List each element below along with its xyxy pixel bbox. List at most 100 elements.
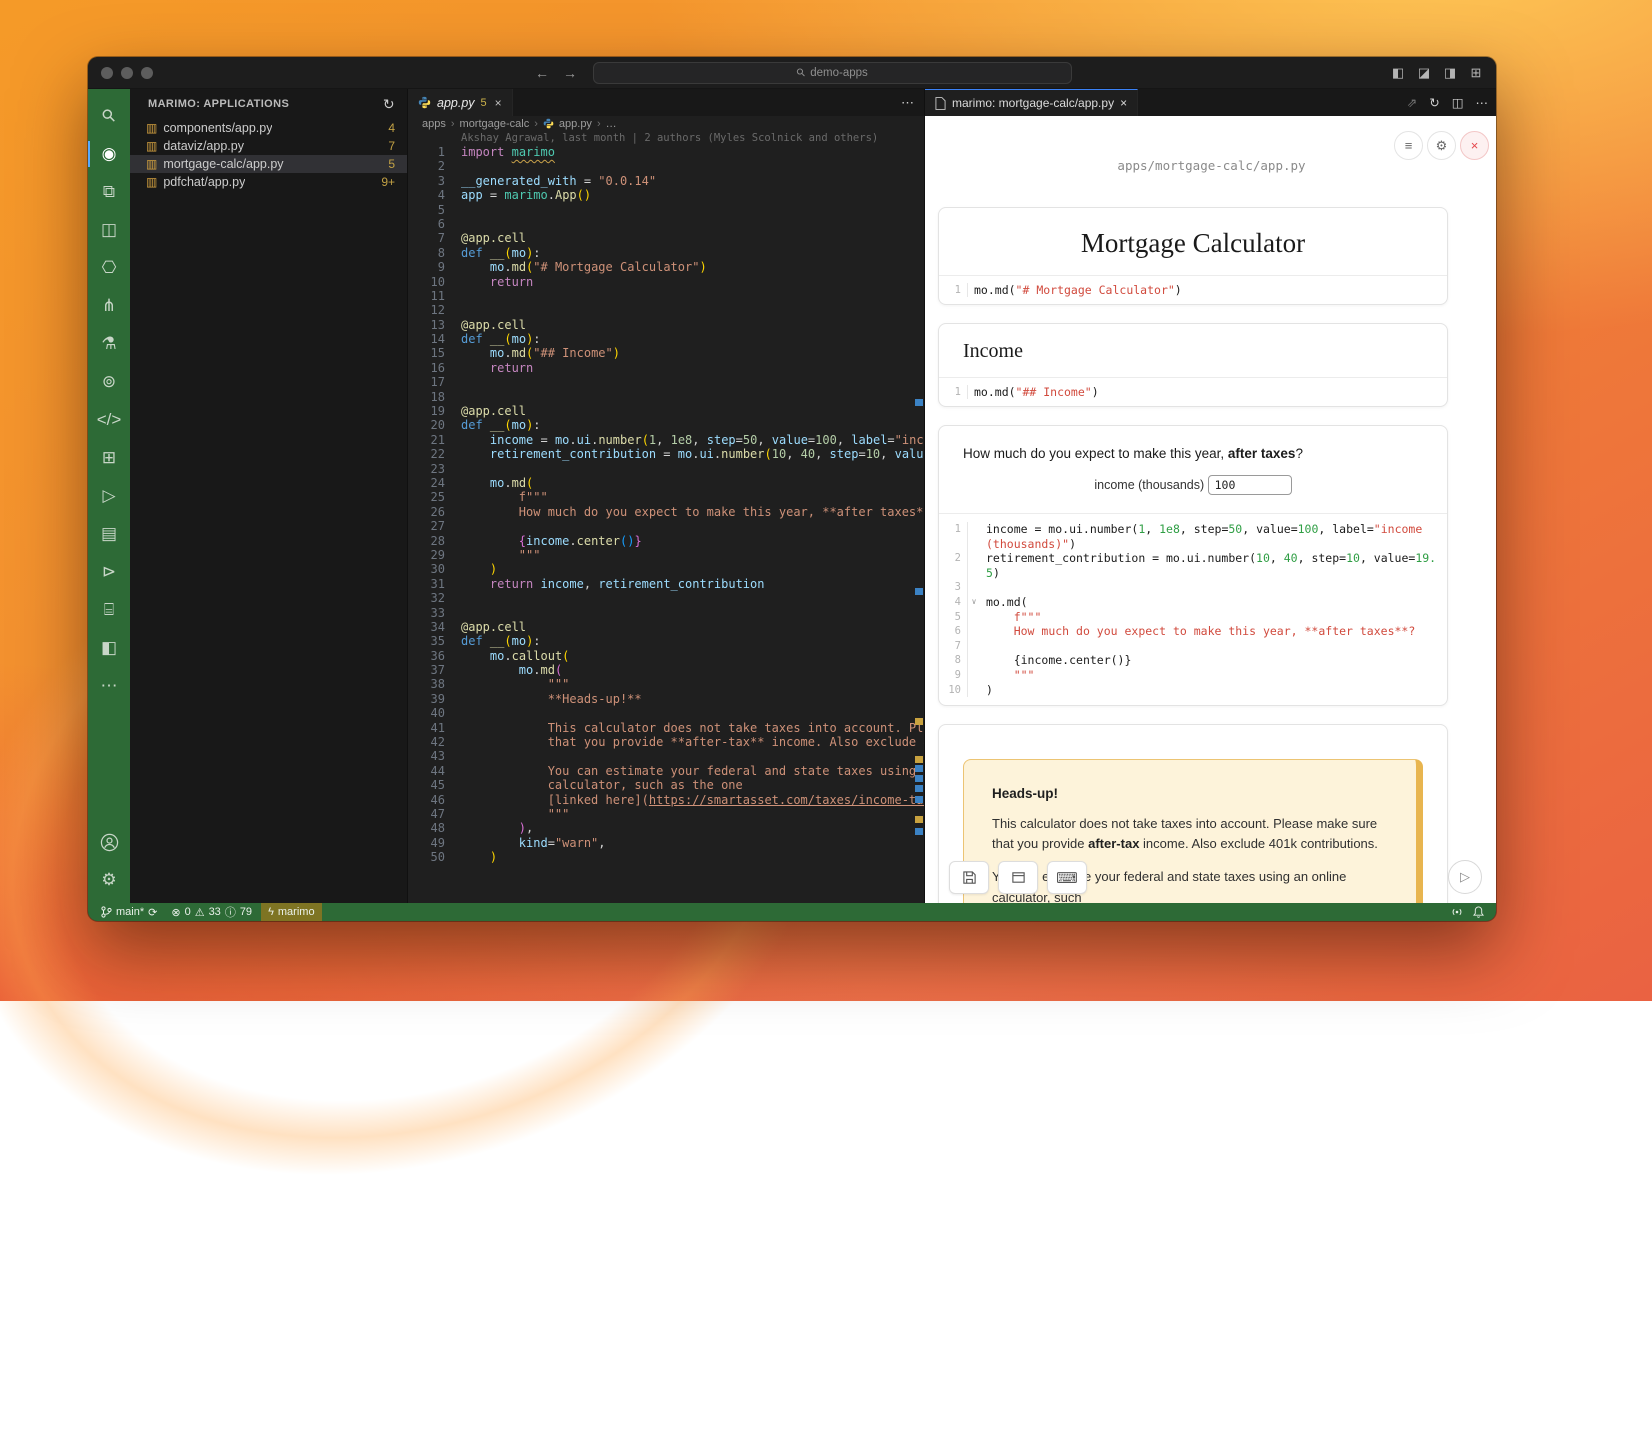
code-line[interactable]: 39 **Heads-up!** [408, 692, 924, 706]
code-line[interactable]: 3 __generated_with = "0.0.14" [408, 174, 924, 188]
code-line[interactable]: 33 [408, 606, 924, 620]
breadcrumb-folder[interactable]: mortgage-calc [460, 118, 530, 130]
cell-code-block[interactable]: 1 income = mo.ui.number(1, 1e8, step=50,… [939, 513, 1447, 705]
fold-chevron-icon[interactable] [968, 522, 980, 537]
toggle-sidebar-icon[interactable]: ◧ [1390, 65, 1406, 81]
activity-bar-icon-files[interactable]: ⧉ [88, 173, 130, 211]
code-line[interactable]: 47 """ [408, 807, 924, 821]
code-line[interactable]: 42 that you provide **after-tax** income… [408, 735, 924, 749]
code-line[interactable]: 41 This calculator does not take taxes i… [408, 721, 924, 735]
code-line[interactable]: 40 [408, 706, 924, 720]
sidebar-item-mortgage-calc[interactable]: ▥ mortgage-calc/app.py 5 [130, 155, 407, 173]
breadcrumb[interactable]: apps › mortgage-calc › app.py › … [408, 116, 924, 131]
notebook-close-button[interactable]: × [1460, 131, 1489, 160]
cell-code-line[interactable]: 3 [939, 580, 1447, 595]
cell-income-heading[interactable]: Income 1 mo.md("## Income") [938, 323, 1448, 407]
navigate-forward-icon[interactable]: → [563, 65, 577, 81]
toggle-secondary-sidebar-icon[interactable]: ◨ [1442, 65, 1458, 81]
fold-chevron-icon[interactable] [968, 653, 980, 668]
open-external-icon[interactable]: ⇗ [1407, 95, 1417, 110]
code-line[interactable]: 15 mo.md("## Income") [408, 346, 924, 360]
fold-chevron-icon[interactable] [968, 537, 980, 552]
code-line[interactable]: 12 [408, 303, 924, 317]
notebook-settings-button[interactable]: ⚙ [1427, 131, 1456, 160]
bell-icon[interactable] [1473, 906, 1484, 918]
activity-bar-icon-components[interactable]: ⎔ [88, 249, 130, 287]
code-line[interactable]: 26 How much do you expect to make this y… [408, 505, 924, 519]
save-button[interactable] [949, 861, 989, 894]
cell-code-line[interactable]: 8 {income.center()} [939, 653, 1447, 668]
sync-icon[interactable]: ⟳ [148, 906, 157, 919]
code-line[interactable]: 4 app = marimo.App() [408, 188, 924, 202]
activity-bar-icon-more[interactable]: ⋯ [88, 667, 130, 705]
close-tab-icon[interactable]: × [495, 96, 502, 110]
customize-layout-icon[interactable]: ⊞ [1468, 65, 1484, 81]
cell-code-line[interactable]: 10 ) [939, 683, 1447, 698]
code-line[interactable]: 6 [408, 217, 924, 231]
sidebar-item-components[interactable]: ▥ components/app.py 4 [130, 119, 407, 137]
activity-bar-icon-preview[interactable]: ◫ [88, 211, 130, 249]
code-line[interactable]: 10 return [408, 275, 924, 289]
code-line[interactable]: 27 [408, 519, 924, 533]
code-line[interactable]: 34 @app.cell [408, 620, 924, 634]
code-line[interactable]: 50 ) [408, 850, 924, 864]
cell-code-line[interactable]: 1 income = mo.ui.number(1, 1e8, step=50,… [939, 522, 1447, 537]
code-line[interactable]: 36 mo.callout( [408, 649, 924, 663]
code-line[interactable]: 29 """ [408, 548, 924, 562]
activity-bar-icon-run[interactable]: ▷ [88, 477, 130, 515]
code-line[interactable]: 23 [408, 462, 924, 476]
tab-marimo-webview[interactable]: marimo: mortgage-calc/app.py × [925, 89, 1138, 116]
close-tab-icon[interactable]: × [1120, 96, 1127, 110]
code-line[interactable]: 49 kind="warn", [408, 836, 924, 850]
toggle-panel-icon[interactable]: ◪ [1416, 65, 1432, 81]
sidebar-item-pdfchat[interactable]: ▥ pdfchat/app.py 9+ [130, 173, 407, 191]
fold-chevron-icon[interactable] [968, 610, 980, 625]
refresh-icon[interactable]: ↻ [383, 96, 395, 113]
code-line[interactable]: 9 mo.md("# Mortgage Calculator") [408, 260, 924, 274]
overview-ruler[interactable] [914, 116, 924, 903]
code-line[interactable]: 21 income = mo.ui.number(1, 1e8, step=50… [408, 433, 924, 447]
code-line[interactable]: 25 f""" [408, 490, 924, 504]
breadcrumb-file[interactable]: app.py [559, 118, 592, 130]
code-line[interactable]: 37 mo.md( [408, 663, 924, 677]
editor-actions-more-icon[interactable]: ⋯ [901, 89, 924, 116]
code-line[interactable]: 35 def __(mo): [408, 634, 924, 648]
zoom-window-button[interactable] [141, 67, 153, 79]
code-line[interactable]: 16 return [408, 361, 924, 375]
close-window-button[interactable] [101, 67, 113, 79]
activity-bar-icon-tests[interactable]: ⊳ [88, 553, 130, 591]
code-line[interactable]: 19 @app.cell [408, 404, 924, 418]
minimize-window-button[interactable] [121, 67, 133, 79]
code-line[interactable]: 5 [408, 203, 924, 217]
fold-chevron-icon[interactable]: ∨ [968, 595, 980, 610]
fold-chevron-icon[interactable] [968, 668, 980, 683]
account-icon[interactable] [88, 829, 130, 855]
code-line[interactable]: 30 ) [408, 562, 924, 576]
cell-code-line[interactable]: 2 retirement_contribution = mo.ui.number… [939, 551, 1447, 580]
code-line[interactable]: 43 [408, 749, 924, 763]
activity-bar-icon-notebook[interactable]: ▤ [88, 515, 130, 553]
code-line[interactable]: 32 [408, 591, 924, 605]
breadcrumb-symbol-more[interactable]: … [606, 118, 617, 130]
activity-bar-icon-devices[interactable]: ⌸ [88, 591, 130, 629]
fold-chevron-icon[interactable] [968, 624, 980, 639]
income-number-input[interactable] [1208, 475, 1292, 495]
cell-code[interactable]: mo.md("# Mortgage Calculator") [968, 283, 1182, 297]
cell-code-line[interactable]: 6 How much do you expect to make this ye… [939, 624, 1447, 639]
cell-income-input[interactable]: How much do you expect to make this year… [938, 425, 1448, 706]
code-line[interactable]: 46 [linked here](https://smartasset.com/… [408, 793, 924, 807]
code-line[interactable]: 2 [408, 159, 924, 173]
activity-bar-icon-layout[interactable]: ⊞ [88, 439, 130, 477]
notebook-menu-button[interactable]: ≡ [1394, 131, 1423, 160]
fold-chevron-icon[interactable] [968, 683, 980, 698]
code-line[interactable]: 24 mo.md( [408, 476, 924, 490]
sidebar-item-dataviz[interactable]: ▥ dataviz/app.py 7 [130, 137, 407, 155]
code-line[interactable]: 44 You can estimate your federal and sta… [408, 764, 924, 778]
activity-bar-icon-pipeline[interactable]: ⋔ [88, 287, 130, 325]
reload-webview-icon[interactable]: ↻ [1429, 95, 1439, 110]
cell-code-line[interactable]: 4 ∨ mo.md( [939, 595, 1447, 610]
code-line[interactable]: 45 calculator, such as the one [408, 778, 924, 792]
cell-mortgage-calculator[interactable]: Mortgage Calculator 1 mo.md("# Mortgage … [938, 207, 1448, 305]
command-center-search[interactable]: ⚲ demo-apps [593, 62, 1072, 84]
activity-bar-icon-beaker[interactable]: ⚗ [88, 325, 130, 363]
